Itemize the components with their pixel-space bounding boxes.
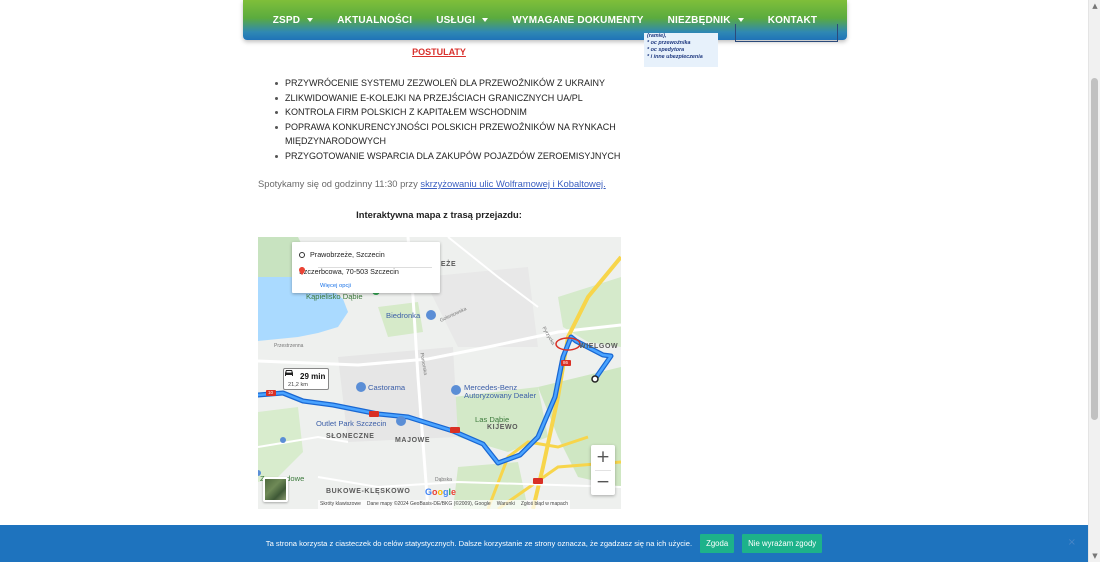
postulates-list: PRZYWRÓCENIE SYSTEMU ZEZWOLEŃ DLA PRZEWO… [273,76,633,164]
map-label-las-dabie: Las Dąbie [475,415,510,424]
nav-item-wymagane-dokumenty[interactable]: WYMAGANE DOKUMENTY [500,15,655,26]
chevron-down-icon [737,18,744,22]
zoom-controls: + − [591,445,615,495]
scrollbar-thumb[interactable] [1091,78,1098,420]
cookie-decline-button[interactable]: Nie wyrażam zgody [742,534,823,553]
cookie-text: Ta strona korzysta z ciasteczek do celów… [265,539,693,548]
road-number-10: 10 [268,390,274,395]
zoom-in-button[interactable]: + [591,445,615,469]
map-label-przestrzenna: Przestrzenna [274,343,304,349]
chevron-down-icon [307,18,314,22]
location-pin-icon [299,267,305,275]
map-footer: Skróty klawiszowe Dane mapy ©2024 GeoBas… [318,500,571,509]
origin-row: Prawobrzeże, Szczecin [299,250,385,259]
route-map[interactable]: ZEŻE Kąpielisko Dąbie Biedronka Goleniow… [258,237,621,509]
map-label-castorama: Castorama [368,383,406,392]
google-logo: Google [425,487,457,497]
meeting-location-link[interactable]: skrzyżowaniu ulic Wolframowej i Kobaltow… [420,178,605,189]
cookie-consent-bar: Ta strona korzysta z ciasteczek do celów… [0,525,1088,562]
list-item: PRZYWRÓCENIE SYSTEMU ZEZWOLEŃ DLA PRZEWO… [273,76,633,91]
map-label-majowe: MAJOWE [395,437,431,444]
sidebar-search-box[interactable] [735,24,838,42]
cookie-accept-button[interactable]: Zgoda [700,534,735,553]
map-label-biedronka: Biedronka [386,311,421,320]
zoom-out-button[interactable]: − [591,470,615,494]
directions-card[interactable]: Prawobrzeże, Szczecin Szczerbcowa, 70-50… [292,242,440,293]
map-label-sloneczne: SŁONECZNE [326,433,375,440]
page-scrollbar[interactable]: ▲ ▼ [1088,0,1100,562]
keyboard-shortcuts-link[interactable]: Skróty klawiszowe [320,501,361,508]
scroll-up-arrow-icon[interactable]: ▲ [1091,2,1099,10]
scroll-down-arrow-icon[interactable]: ▼ [1091,552,1099,560]
map-label-wielgow: WIELGOW [579,343,619,350]
map-label-kapielisko: Kąpielisko Dąbie [306,292,363,301]
travel-time-bubble[interactable]: 29 min 21,2 km [283,368,329,390]
terms-link[interactable]: Warunki [497,501,515,508]
meeting-info: Spotykamy się od godzinny 11:30 przy skr… [258,178,606,189]
nav-item-uslugi[interactable]: USŁUGI [424,15,500,26]
map-label-outlet: Outlet Park Szczecin [316,419,387,428]
map-label-mercedes: Mercedes-Benz Autoryzowany Dealer [464,383,537,400]
insurance-ad-banner[interactable]: (ramie), * oc przewoźnika * oc spedytora… [644,33,718,67]
satellite-layer-toggle[interactable] [263,477,288,502]
map-heading: Interaktywna mapa z trasą przejazdu: [356,209,522,220]
map-label-kijewo: KIJEWO [487,424,519,431]
close-icon[interactable]: × [1068,537,1076,548]
list-item: KONTROLA FIRM POLSKICH Z KAPITAŁEM WSCHO… [273,105,633,120]
nav-item-aktualnosci[interactable]: AKTUALNOŚCI [325,15,424,26]
map-label-bukowe: BUKOWE-KLĘSKOWO [326,488,411,495]
list-item: POPRAWA KONKURENCYJNOŚCI POLSKICH PRZEWO… [273,120,633,149]
nav-item-zspd[interactable]: ZSPD [261,15,325,26]
road-number-86: 86 [563,360,569,365]
postulates-heading: POSTULATY [412,47,466,57]
map-label-dabska: Dąbska [435,477,452,483]
chevron-down-icon [482,18,489,22]
map-data-attribution: Dane mapy ©2024 GeoBasis-DE/BKG (©2009),… [366,501,491,507]
origin-circle-icon [299,251,305,258]
destination-row: Szczerbcowa, 70-503 Szczecin [299,267,399,276]
list-item: PRZYGOTOWANIE WSPARCIA DLA ZAKUPÓW POJAZ… [273,149,633,164]
report-error-link[interactable]: Zgłoś błąd w mapach [521,501,568,508]
list-item: ZLIKWIDOWANIE E-KOLEJKI NA PRZEJŚCIACH G… [273,91,633,106]
car-icon [285,370,293,376]
more-options-link[interactable]: Więcej opcji [320,283,351,289]
